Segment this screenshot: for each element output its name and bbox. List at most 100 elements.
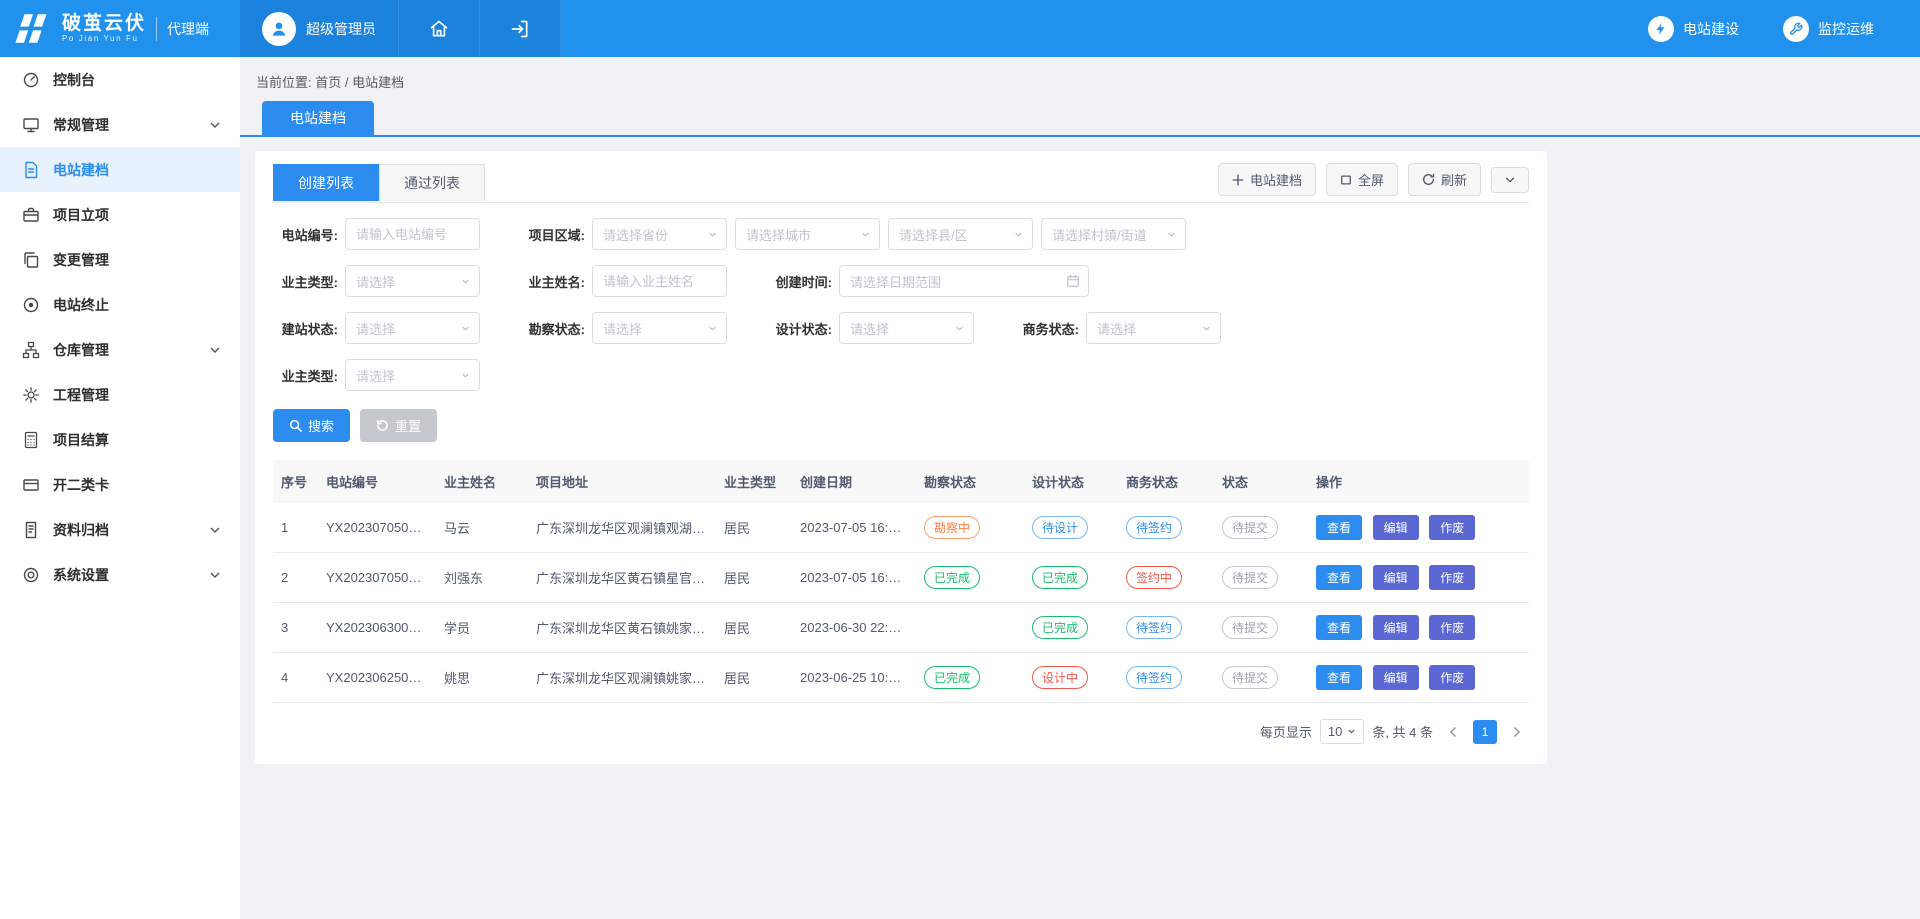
sidebar-item-station-termination[interactable]: 电站终止	[0, 282, 240, 327]
fullscreen-button[interactable]: 全屏	[1326, 163, 1398, 196]
collapse-button[interactable]	[1491, 167, 1529, 193]
cell-owner: 学员	[436, 603, 528, 653]
void-button[interactable]: 作废	[1429, 665, 1475, 690]
sidebar-item-warehouse-mgmt[interactable]: 仓库管理	[0, 327, 240, 372]
owner-name-label: 业主姓名:	[520, 272, 585, 291]
search-icon	[289, 419, 302, 432]
province-select[interactable]: 请选择省份	[592, 218, 727, 250]
date-range-input[interactable]: 请选择日期范围	[839, 265, 1089, 297]
table-row: 4 YX2023062500004 姚思 广东深圳龙华区观澜镇姚家庄... 居民…	[273, 653, 1529, 703]
copy-icon	[22, 251, 40, 269]
total-label: 条, 共 4 条	[1372, 722, 1433, 741]
tab-passed-list[interactable]: 通过列表	[379, 164, 485, 201]
sidebar-item-general-mgmt[interactable]: 常规管理	[0, 102, 240, 147]
monitor-ops-nav[interactable]: 监控运维	[1783, 16, 1874, 42]
cell-actions: 查看 编辑 作废	[1308, 503, 1529, 553]
view-button[interactable]: 查看	[1316, 515, 1362, 540]
page-number-1[interactable]: 1	[1473, 720, 1497, 744]
sidebar-item-project-settlement[interactable]: 项目结算	[0, 417, 240, 462]
build-status-select[interactable]: 请选择	[345, 312, 480, 344]
edit-button[interactable]: 编辑	[1373, 515, 1419, 540]
void-button[interactable]: 作废	[1429, 615, 1475, 640]
edit-button[interactable]: 编辑	[1373, 665, 1419, 690]
chevron-down-icon	[1347, 727, 1356, 736]
status-badge: 待提交	[1222, 516, 1278, 539]
station-no-label: 电站编号:	[273, 225, 338, 244]
logout-icon	[510, 19, 530, 39]
page-tab-station-filing[interactable]: 电站建档	[262, 101, 374, 135]
view-button[interactable]: 查看	[1316, 665, 1362, 690]
owner-type-select[interactable]: 请选择	[345, 265, 480, 297]
chevron-down-icon	[1504, 174, 1516, 186]
filter-row-2: 业主类型: 请选择 业主姓名: 创建时间: 请选择日期范围	[273, 265, 1529, 297]
view-button[interactable]: 查看	[1316, 565, 1362, 590]
col-survey: 勘察状态	[916, 460, 1024, 503]
col-owner-type: 业主类型	[716, 460, 792, 503]
void-button[interactable]: 作废	[1429, 515, 1475, 540]
user-menu[interactable]: 超级管理员	[240, 0, 399, 57]
status-badge: 待提交	[1222, 566, 1278, 589]
col-address: 项目地址	[528, 460, 716, 503]
reset-button[interactable]: 重置	[360, 409, 437, 442]
edit-button[interactable]: 编辑	[1373, 615, 1419, 640]
sidebar-item-label: 仓库管理	[53, 340, 109, 360]
sidebar-item-console[interactable]: 控制台	[0, 57, 240, 102]
void-button[interactable]: 作废	[1429, 565, 1475, 590]
refresh-button[interactable]: 刷新	[1408, 163, 1481, 196]
gear-icon	[22, 386, 40, 404]
chevron-right-icon	[1512, 726, 1522, 738]
owner-type2-select[interactable]: 请选择	[345, 359, 480, 391]
station-build-nav[interactable]: 电站建设	[1648, 16, 1739, 42]
next-page-button[interactable]	[1505, 720, 1529, 744]
sidebar-item-system-settings[interactable]: 系统设置	[0, 552, 240, 597]
sidebar-item-type2-card[interactable]: 开二类卡	[0, 462, 240, 507]
sidebar-item-change-mgmt[interactable]: 变更管理	[0, 237, 240, 282]
sidebar-item-label: 项目立项	[53, 205, 109, 225]
search-button[interactable]: 搜索	[273, 409, 350, 442]
station-no-input[interactable]	[345, 218, 480, 250]
county-select[interactable]: 请选择县/区	[888, 218, 1033, 250]
content-card: 创建列表 通过列表 电站建档 全屏 刷新	[255, 151, 1547, 764]
tab-create-list[interactable]: 创建列表	[273, 164, 379, 201]
business-status-select[interactable]: 请选择	[1086, 312, 1221, 344]
cell-actions: 查看 编辑 作废	[1308, 603, 1529, 653]
logo-tag: 代理端	[167, 19, 209, 39]
list-tabs: 创建列表 通过列表	[273, 164, 485, 201]
cell-address: 广东深圳龙华区黄石镇星官大...	[528, 553, 716, 603]
home-button[interactable]	[399, 0, 480, 57]
add-station-button[interactable]: 电站建档	[1218, 163, 1316, 196]
prev-page-button[interactable]	[1441, 720, 1465, 744]
business-status-badge: 签约中	[1126, 566, 1182, 589]
chevron-down-icon	[460, 276, 471, 287]
sidebar-item-station-filing[interactable]: 电站建档	[0, 147, 240, 192]
wrench-icon	[1783, 16, 1809, 42]
main-content: 当前位置: 首页 / 电站建档 电站建档 创建列表 通过列表 电站建档 全屏	[240, 0, 1920, 764]
per-page-label: 每页显示	[1260, 722, 1312, 741]
survey-status-select[interactable]: 请选择	[592, 312, 727, 344]
dashboard-icon	[22, 71, 40, 89]
survey-status-badge: 已完成	[924, 666, 980, 689]
page-size-select[interactable]: 10	[1320, 719, 1364, 744]
design-status-select[interactable]: 请选择	[839, 312, 974, 344]
sidebar-item-project-initiation[interactable]: 项目立项	[0, 192, 240, 237]
city-select[interactable]: 请选择城市	[735, 218, 880, 250]
town-select[interactable]: 请选择村镇/街道	[1041, 218, 1186, 250]
business-status-badge: 待签约	[1126, 516, 1182, 539]
owner-name-input[interactable]	[592, 265, 727, 297]
cell-owner-type: 居民	[716, 653, 792, 703]
col-status: 状态	[1214, 460, 1308, 503]
cell-owner-type: 居民	[716, 553, 792, 603]
edit-button[interactable]: 编辑	[1373, 565, 1419, 590]
sidebar-item-data-archive[interactable]: 资料归档	[0, 507, 240, 552]
sitemap-icon	[22, 341, 40, 359]
survey-status-label: 勘察状态:	[520, 319, 585, 338]
sidebar-item-label: 电站建档	[53, 160, 109, 180]
chevron-down-icon	[210, 347, 220, 353]
view-button[interactable]: 查看	[1316, 615, 1362, 640]
card-header: 创建列表 通过列表 电站建档 全屏 刷新	[273, 163, 1529, 203]
sidebar-item-engineering-mgmt[interactable]: 工程管理	[0, 372, 240, 417]
plus-icon	[1232, 174, 1244, 186]
breadcrumb-home-link[interactable]: 首页	[315, 75, 341, 90]
logout-button[interactable]	[480, 0, 561, 57]
calendar-icon	[1066, 274, 1080, 288]
